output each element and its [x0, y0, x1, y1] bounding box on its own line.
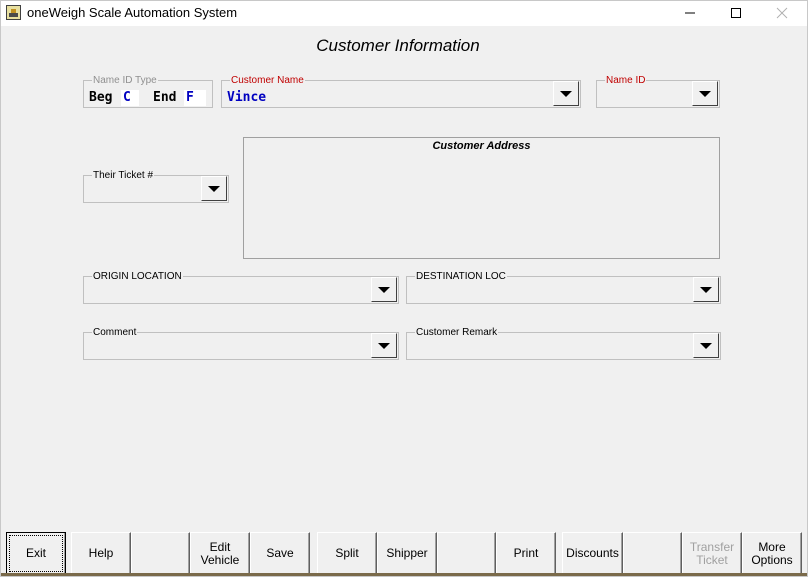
beg-field[interactable]: C	[121, 90, 139, 106]
blank-button-1[interactable]	[131, 532, 190, 575]
name-id-combo[interactable]: Name ID	[596, 75, 720, 108]
app-icon[interactable]	[6, 5, 21, 20]
maximize-icon	[731, 8, 741, 18]
blank-button-3[interactable]	[623, 532, 682, 575]
save-button[interactable]: Save	[250, 532, 310, 575]
chevron-down-icon	[700, 287, 712, 293]
close-icon	[776, 7, 788, 19]
end-label: End	[153, 90, 177, 105]
customer-address-title: Customer Address	[432, 140, 531, 152]
comment-label: Comment	[92, 327, 138, 338]
print-button[interactable]: Print	[496, 532, 556, 575]
name-id-label: Name ID	[605, 75, 647, 86]
destination-loc-label: DESTINATION LOC	[415, 271, 507, 282]
taskbar-strip	[0, 573, 808, 577]
name-id-type-group: Name ID Type Beg C End F	[83, 75, 213, 108]
chevron-down-icon	[378, 343, 390, 349]
customer-name-label: Customer Name	[230, 75, 305, 86]
bottom-toolbar: Exit Help Edit Vehicle Save Split Shippe…	[0, 532, 808, 577]
customer-remark-combo[interactable]: Customer Remark	[406, 327, 721, 360]
blank-button-2[interactable]	[437, 532, 496, 575]
name-id-type-label: Name ID Type	[92, 75, 158, 86]
help-button[interactable]: Help	[71, 532, 131, 575]
title-bar: oneWeigh Scale Automation System	[0, 0, 808, 26]
beg-label: Beg	[89, 90, 113, 105]
customer-remark-label: Customer Remark	[415, 327, 499, 338]
shipper-button[interactable]: Shipper	[377, 532, 437, 575]
screen-title: Customer Information	[316, 36, 480, 55]
origin-location-dropdown-button[interactable]	[371, 277, 397, 302]
chevron-down-icon	[560, 91, 572, 97]
minimize-button[interactable]	[667, 0, 713, 26]
origin-location-label: ORIGIN LOCATION	[92, 271, 183, 282]
name-id-dropdown-button[interactable]	[692, 81, 718, 106]
more-options-button[interactable]: More Options	[742, 532, 802, 575]
destination-loc-combo[interactable]: DESTINATION LOC	[406, 271, 721, 304]
window-title: oneWeigh Scale Automation System	[27, 5, 238, 20]
minimize-icon	[685, 12, 695, 14]
comment-combo[interactable]: Comment	[83, 327, 399, 360]
discounts-button[interactable]: Discounts	[562, 532, 623, 575]
origin-location-combo[interactable]: ORIGIN LOCATION	[83, 271, 399, 304]
transfer-ticket-button: Transfer Ticket	[682, 532, 742, 575]
split-button[interactable]: Split	[317, 532, 377, 575]
their-ticket-dropdown-button[interactable]	[201, 176, 227, 201]
exit-button[interactable]: Exit	[6, 532, 66, 575]
customer-name-combo[interactable]: Customer Name Vince	[221, 75, 581, 108]
customer-name-dropdown-button[interactable]	[553, 81, 579, 106]
chevron-down-icon	[208, 186, 220, 192]
chevron-down-icon	[699, 91, 711, 97]
chevron-down-icon	[700, 343, 712, 349]
destination-loc-dropdown-button[interactable]	[693, 277, 719, 302]
customer-remark-dropdown-button[interactable]	[693, 333, 719, 358]
their-ticket-label: Their Ticket #	[92, 170, 155, 181]
customer-name-value[interactable]: Vince	[227, 90, 266, 105]
edit-vehicle-button[interactable]: Edit Vehicle	[190, 532, 250, 575]
customer-address-box: Customer Address	[243, 137, 720, 259]
comment-dropdown-button[interactable]	[371, 333, 397, 358]
close-button[interactable]	[759, 0, 805, 26]
end-field[interactable]: F	[184, 90, 206, 106]
their-ticket-combo[interactable]: Their Ticket #	[83, 170, 229, 203]
maximize-button[interactable]	[713, 0, 759, 26]
chevron-down-icon	[378, 287, 390, 293]
